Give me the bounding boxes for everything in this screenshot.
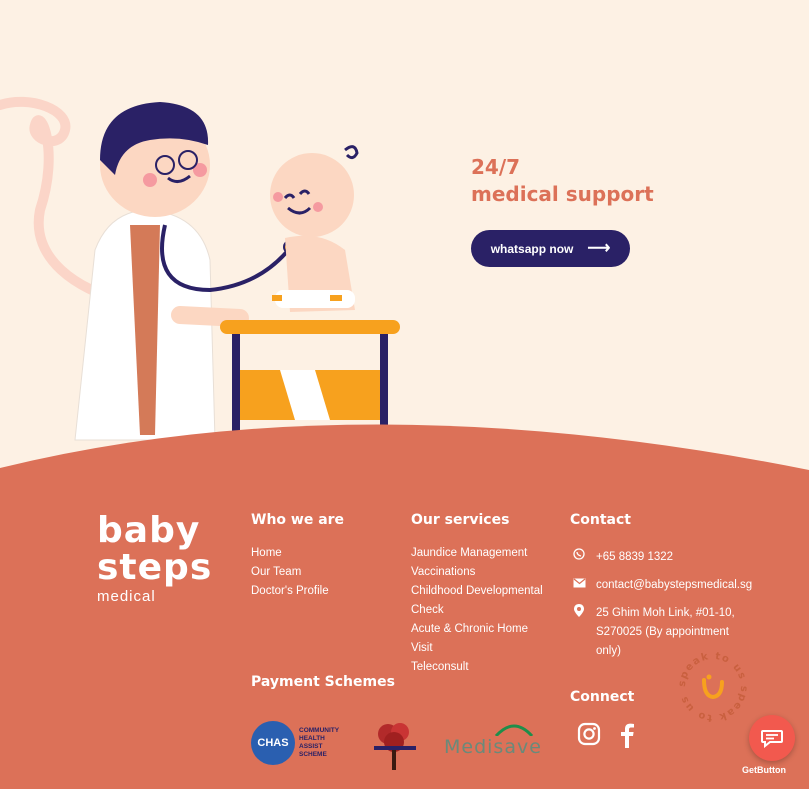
chas-logo: CHAS COMMUNITY HEALTH ASSIST SCHEME <box>251 720 355 766</box>
doctor-baby-illustration <box>0 96 400 444</box>
chat-widget-button[interactable] <box>749 715 795 761</box>
medisave-logo: Medisave <box>444 722 541 762</box>
chas-text-1: COMMUNITY <box>299 727 340 734</box>
footer-link-acute-chronic[interactable]: Acute & Chronic Home <box>411 620 543 639</box>
medisave-text: Medisave <box>444 736 542 758</box>
speak-to-us-badge[interactable]: speak to us speak to us <box>676 650 750 724</box>
whatsapp-button-label: whatsapp now <box>490 241 574 256</box>
svg-text:speak to us speak to us: speak to us speak to us <box>677 651 749 723</box>
headline-line2: medical support <box>471 182 654 206</box>
chas-text-3: ASSIST <box>299 743 323 750</box>
baby-steps-logo[interactable]: baby steps medical <box>97 510 213 606</box>
address-line1: 25 Ghim Moh Link, #01-10, <box>596 607 735 619</box>
footer-link-acute-chronic-cont[interactable]: Visit <box>411 639 543 658</box>
footer-link-our-team[interactable]: Our Team <box>251 563 329 582</box>
medisave-arc-icon <box>494 724 534 736</box>
hero-headline: 24/7 medical support <box>471 154 654 208</box>
connect-title: Connect <box>570 689 635 705</box>
location-pin-icon <box>572 604 586 661</box>
who-we-are-title: Who we are <box>251 512 345 528</box>
address-line2: S270025 (By appointment <box>596 626 729 638</box>
chas-text-4: SCHEME <box>299 751 327 758</box>
getbutton-label: GetButton <box>742 765 786 775</box>
services-links: Jaundice Management Vaccinations Childho… <box>411 544 543 677</box>
whatsapp-icon <box>572 548 586 567</box>
footer-link-jaundice[interactable]: Jaundice Management <box>411 544 543 563</box>
footer-link-childhood-dev-cont[interactable]: Check <box>411 601 543 620</box>
arrow-right-icon: ⟶ <box>587 239 611 257</box>
badge-text: speak to us speak to us <box>677 651 748 723</box>
footer-link-childhood-dev[interactable]: Childhood Developmental <box>411 582 543 601</box>
contact-phone-text: +65 8839 1322 <box>596 551 674 563</box>
contact-email[interactable]: contact@babystepsmedical.sg <box>572 576 772 595</box>
mail-icon <box>572 576 586 595</box>
headline-line1: 24/7 <box>471 155 521 179</box>
chas-text-2: HEALTH <box>299 735 325 742</box>
contact-phone[interactable]: +65 8839 1322 <box>572 548 772 567</box>
contact-title: Contact <box>570 512 631 528</box>
logo-word-steps: steps <box>97 547 213 588</box>
footer-link-home[interactable]: Home <box>251 544 329 563</box>
payment-schemes-title: Payment Schemes <box>251 674 395 690</box>
facebook-icon[interactable] <box>618 722 636 748</box>
chas-badge: CHAS <box>251 721 295 765</box>
instagram-icon[interactable] <box>577 722 601 746</box>
getbutton-link[interactable]: GetButton <box>742 765 786 775</box>
whatsapp-now-button[interactable]: whatsapp now ⟶ <box>471 230 630 267</box>
who-we-are-links: Home Our Team Doctor's Profile <box>251 544 329 601</box>
chat-bubble-icon <box>761 730 783 748</box>
contact-email-text: contact@babystepsmedical.sg <box>596 579 753 591</box>
footer-link-vaccinations[interactable]: Vaccinations <box>411 563 543 582</box>
footer-link-doctors-profile[interactable]: Doctor's Profile <box>251 582 329 601</box>
footer-link-teleconsult[interactable]: Teleconsult <box>411 658 543 677</box>
logo-word-baby: baby <box>97 510 201 551</box>
logo-word-medical: medical <box>97 588 156 605</box>
our-services-title: Our services <box>411 512 510 528</box>
pioneer-generation-logo <box>374 723 416 770</box>
